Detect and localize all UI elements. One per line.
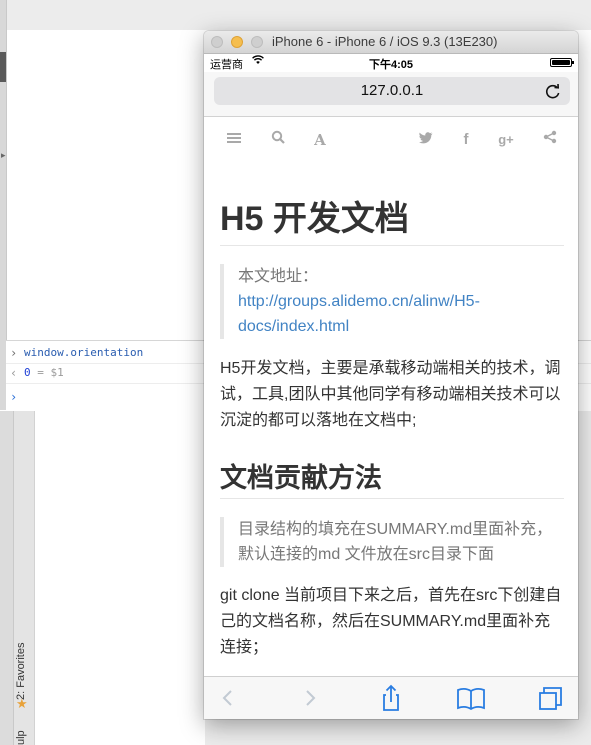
forward-icon[interactable]: [294, 683, 326, 713]
tabs-icon[interactable]: [534, 683, 566, 713]
console-result-value: 0: [24, 366, 31, 379]
quote-label: 本文地址：: [238, 268, 319, 285]
share-icon[interactable]: [540, 130, 560, 150]
share-sheet-icon[interactable]: [375, 683, 407, 713]
ide-tool-strip: [0, 411, 14, 745]
simulator-title: iPhone 6 - iPhone 6 / iOS 9.3 (13E230): [272, 34, 498, 49]
safari-bottom-toolbar: [204, 676, 578, 719]
console-command: window.orientation: [24, 346, 144, 359]
chevron-right-icon[interactable]: ▸: [1, 150, 6, 161]
address-text: 127.0.0.1: [360, 82, 424, 99]
facebook-icon[interactable]: f: [456, 130, 476, 150]
section-divider: [220, 498, 564, 499]
font-icon[interactable]: A: [310, 130, 330, 150]
reload-icon[interactable]: [544, 82, 562, 100]
ide-top-bar: [0, 0, 591, 30]
simulator-window: iPhone 6 - iPhone 6 / iOS 9.3 (13E230) 运…: [204, 31, 578, 719]
console-input-arrow-icon: ›: [10, 346, 18, 360]
section-heading: 文档贡献方法: [220, 463, 382, 493]
doc-link[interactable]: http://groups.alidemo.cn/alinw/H5-docs/i…: [238, 293, 480, 335]
star-icon: ★: [16, 696, 28, 711]
google-plus-icon[interactable]: g+: [496, 130, 516, 150]
simulator-titlebar[interactable]: iPhone 6 - iPhone 6 / iOS 9.3 (13E230): [204, 31, 578, 54]
ide-left-marker: [0, 52, 6, 82]
address-quote: 本文地址： http://groups.alidemo.cn/alinw/H5-d…: [220, 264, 558, 339]
title-divider: [220, 245, 564, 246]
back-icon[interactable]: [212, 683, 244, 713]
battery-icon: [550, 58, 574, 67]
safari-address-area: 127.0.0.1: [204, 72, 578, 117]
ios-status-bar: 运营商 下午4:05: [204, 54, 578, 72]
contribution-paragraph: git clone 当前项目下来之后，首先在src下创建自己的文档名称，然后在S…: [220, 587, 562, 656]
console-prompt-arrow-icon: ›: [10, 390, 18, 404]
bookmarks-icon[interactable]: [455, 683, 487, 713]
doc-toolbar: A f g+: [204, 126, 578, 156]
console-result-ref: = $1: [37, 366, 64, 379]
minimize-button[interactable]: [231, 36, 243, 48]
page-title: H5 开发文档: [220, 200, 409, 238]
menu-icon[interactable]: [224, 130, 244, 150]
status-time: 下午4:05: [368, 59, 414, 71]
sidebar-tab-partial[interactable]: ulp: [15, 730, 27, 745]
address-bar[interactable]: 127.0.0.1: [214, 77, 570, 105]
close-button[interactable]: [211, 36, 223, 48]
zoom-button[interactable]: [251, 36, 263, 48]
structure-quote: 目录结构的填充在SUMMARY.md里面补充，默认连接的md 文件放在src目录…: [220, 517, 558, 567]
console-output-arrow-icon: ‹: [10, 366, 18, 380]
search-icon[interactable]: [268, 130, 288, 150]
twitter-icon[interactable]: [416, 130, 436, 150]
intro-paragraph: H5开发文档，主要是承载移动端相关的技术，调试，工具,团队中其他同学有移动端相关…: [220, 360, 561, 429]
console-result: 0 = $1: [24, 363, 64, 383]
